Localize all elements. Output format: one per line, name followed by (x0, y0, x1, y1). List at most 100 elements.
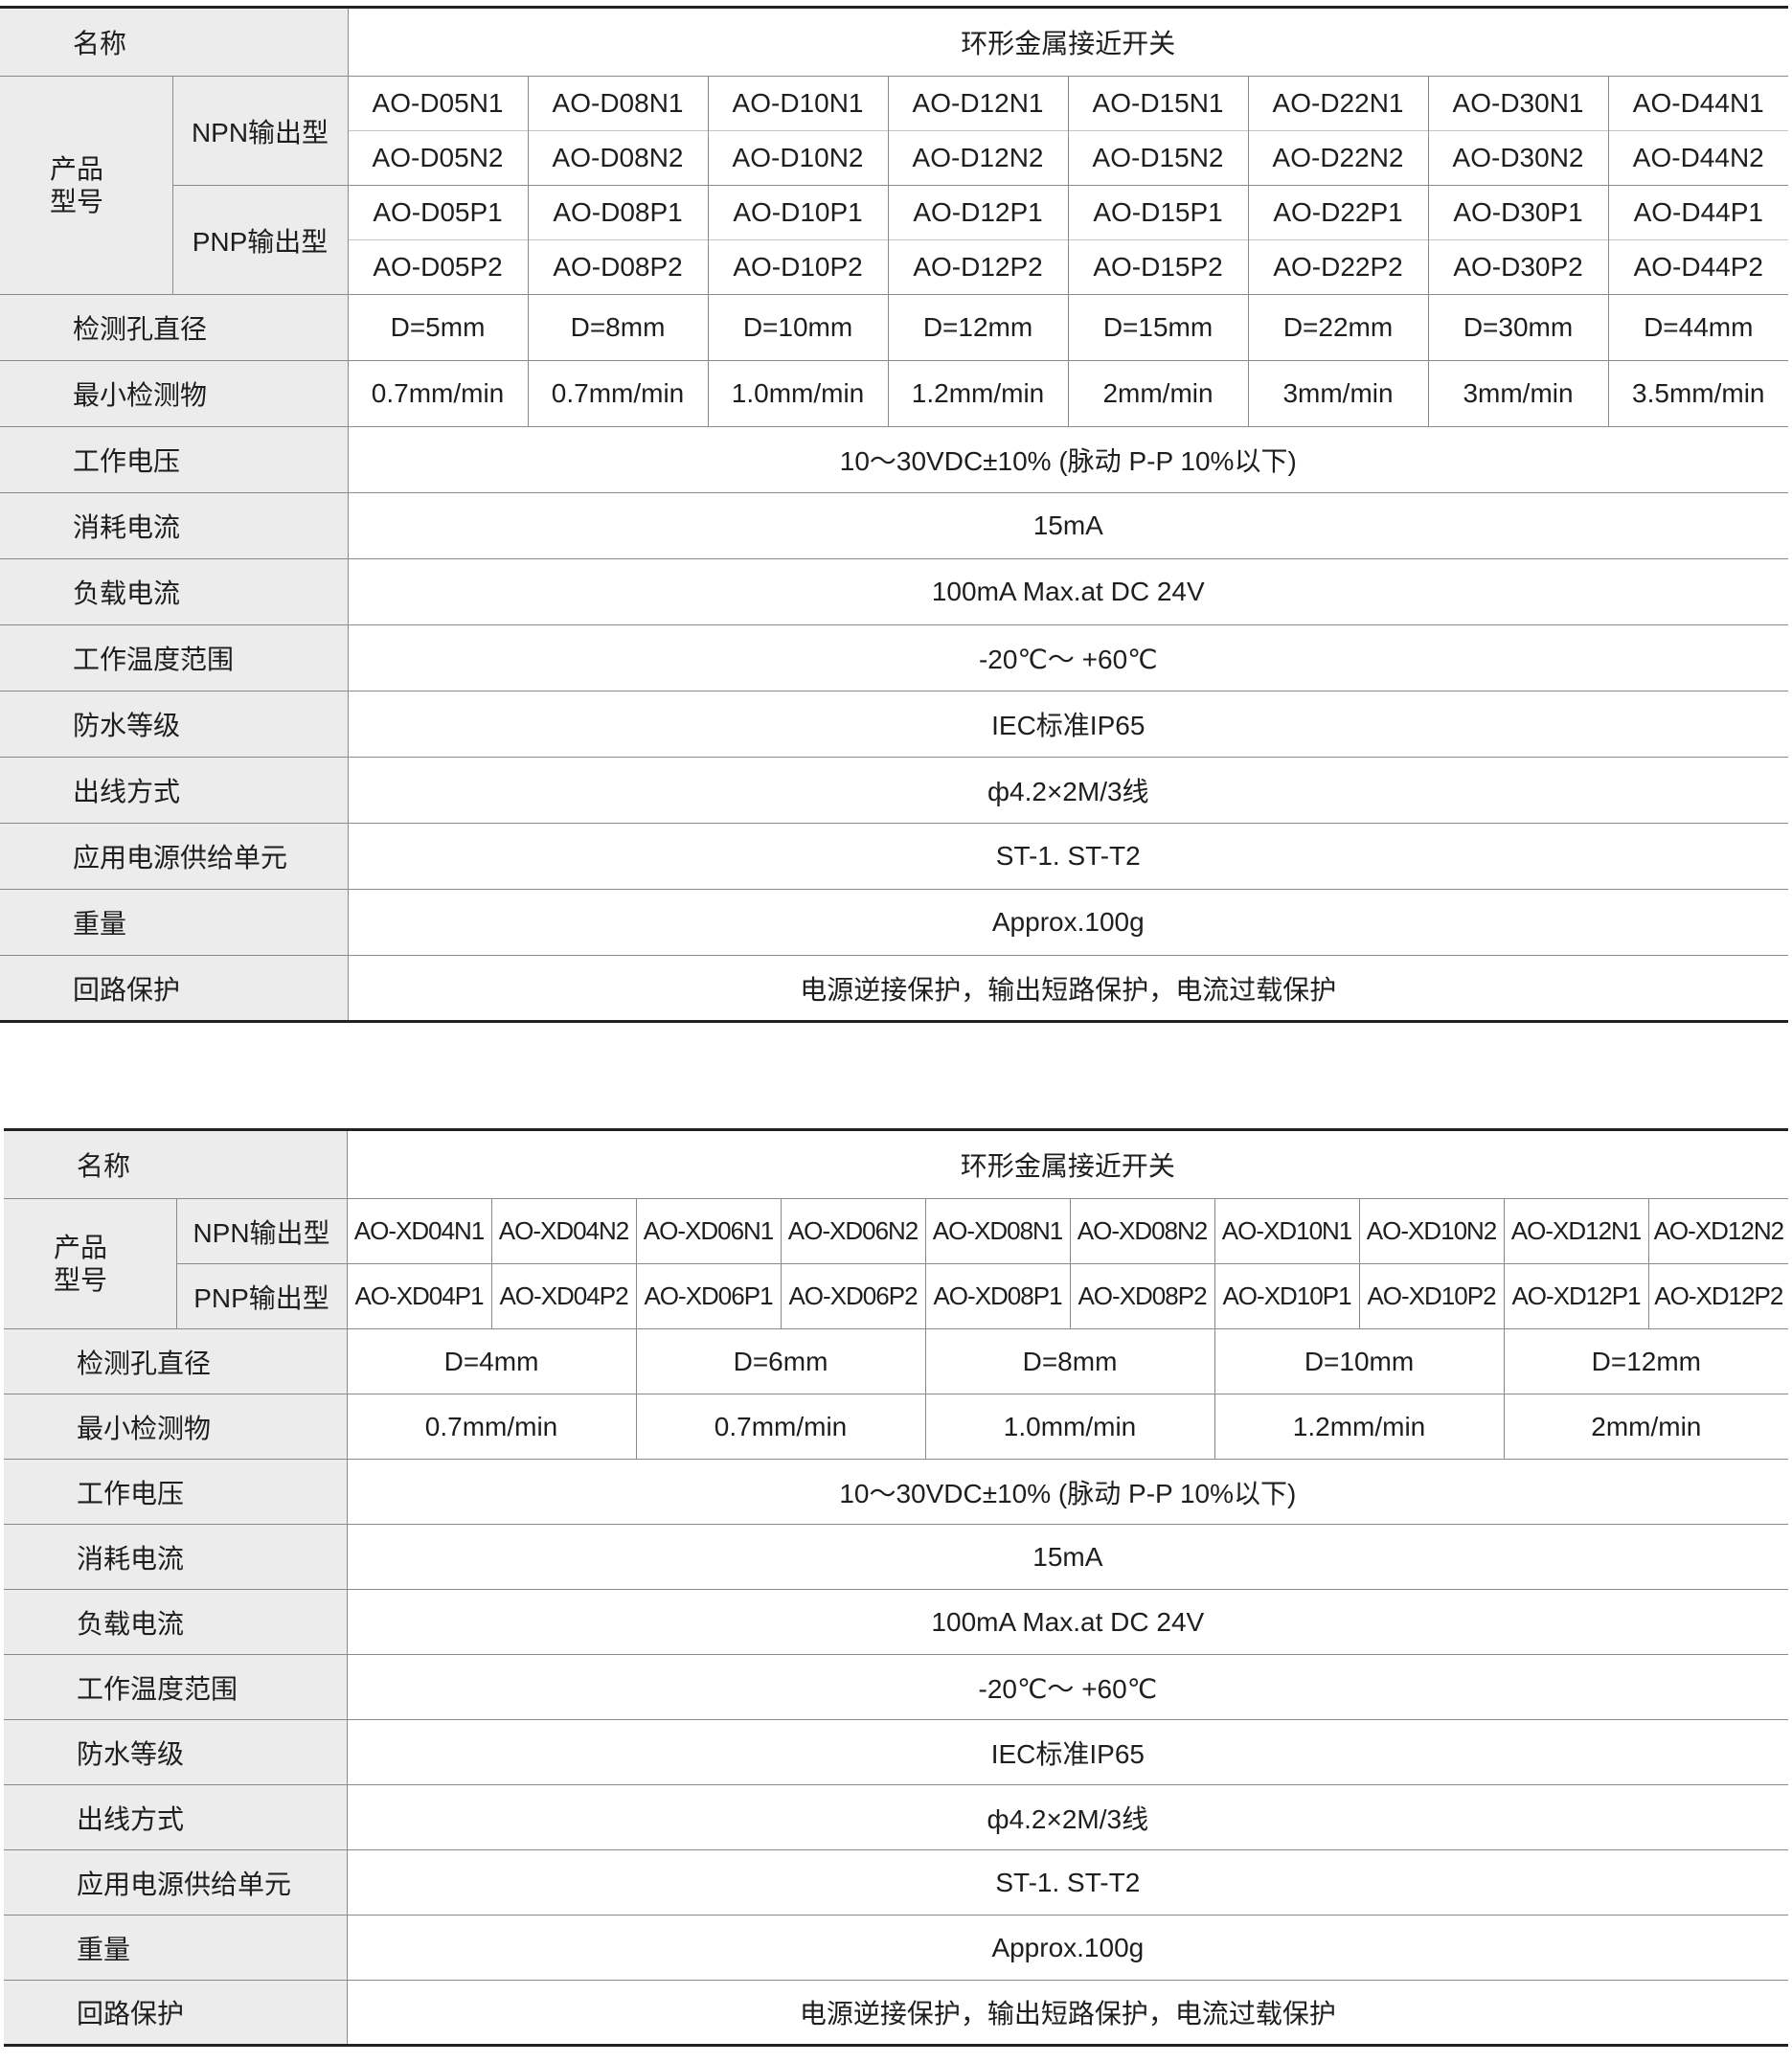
min-object-cell: 0.7mm/min (347, 360, 529, 427)
model-cell: AO-D10P2 (707, 239, 889, 295)
product-model-label-line1: 产品 (54, 1232, 108, 1262)
min-object-cell: 3mm/min (1247, 360, 1429, 427)
spec-table-d-series: 名称 环形金属接近开关 产品 型号 NPN输出型 AO-D05N1 AO-D08… (0, 6, 1789, 1023)
product-model-label: 产品 型号 (0, 76, 172, 295)
model-cell: AO-D15P1 (1067, 185, 1249, 240)
model-cell: AO-D15P2 (1067, 239, 1249, 295)
spec-row-temperature: 工作温度范围 -20℃～ +60℃ (4, 1654, 1789, 1720)
diameter-cell: D=12mm (1503, 1328, 1789, 1394)
model-cell: AO-D08P1 (527, 185, 709, 240)
model-cell: AO-D10N1 (707, 76, 889, 131)
npn-output-label: NPN输出型 (171, 76, 349, 186)
model-cell: AO-XD10P1 (1214, 1263, 1360, 1329)
min-object-cell: 3.5mm/min (1607, 360, 1789, 427)
model-cell: AO-D12N1 (887, 76, 1069, 131)
model-cell: AO-XD10N2 (1358, 1198, 1505, 1264)
product-model-label: 产品 型号 (4, 1198, 176, 1329)
spec-value: 100mA Max.at DC 24V (347, 558, 1789, 625)
model-cell: AO-D44P2 (1607, 239, 1789, 295)
product-model-label-line2: 型号 (54, 1264, 108, 1295)
spec-label: 重量 (4, 1915, 348, 1981)
diameter-cell: D=22mm (1247, 294, 1429, 361)
diameter-cell: D=6mm (635, 1328, 926, 1394)
model-cell: AO-XD12P2 (1647, 1263, 1789, 1329)
min-object-cell: 2mm/min (1503, 1394, 1789, 1460)
spec-value: ST-1. ST-T2 (346, 1849, 1789, 1916)
model-cell: AO-XD08P1 (924, 1263, 1071, 1329)
model-cell: AO-D05P1 (347, 185, 529, 240)
diameter-cell: D=8mm (924, 1328, 1215, 1394)
spec-label: 防水等级 (4, 1719, 348, 1785)
model-cell: AO-XD12N1 (1503, 1198, 1649, 1264)
spec-row-voltage: 工作电压 10～30VDC±10% (脉动 P-P 10%以下) (4, 1459, 1789, 1525)
min-object-cell: 0.7mm/min (527, 360, 709, 427)
diameter-cell: D=8mm (527, 294, 709, 361)
spec-value: 10～30VDC±10% (脉动 P-P 10%以下) (346, 1459, 1789, 1525)
spec-value: 10～30VDC±10% (脉动 P-P 10%以下) (347, 426, 1789, 493)
spec-value: ф4.2×2M/3线 (347, 757, 1789, 824)
diameter-row: 检测孔直径 D=4mm D=6mm D=8mm D=10mm D=12mm (4, 1328, 1789, 1394)
model-cell: AO-XD06P1 (635, 1263, 782, 1329)
model-cell: AO-XD04P1 (346, 1263, 492, 1329)
spec-value: IEC标准IP65 (347, 691, 1789, 758)
spec-row-voltage: 工作电压 10～30VDC±10% (脉动 P-P 10%以下) (0, 426, 1789, 493)
spec-value: -20℃～ +60℃ (347, 624, 1789, 691)
min-object-cell: 0.7mm/min (635, 1394, 926, 1460)
spec-label: 回路保护 (4, 1980, 348, 2047)
min-object-label: 最小检测物 (0, 360, 349, 427)
model-cell: AO-XD06N1 (635, 1198, 782, 1264)
spec-label: 工作温度范围 (4, 1654, 348, 1720)
diameter-cell: D=44mm (1607, 294, 1789, 361)
model-cell: AO-XD10N1 (1214, 1198, 1360, 1264)
diameter-cell: D=4mm (346, 1328, 637, 1394)
spec-label: 消耗电流 (4, 1524, 348, 1590)
model-cell: AO-D30P1 (1427, 185, 1609, 240)
pnp-row: PNP输出型 AO-XD04P1 AO-XD04P2 AO-XD06P1 AO-… (4, 1263, 1789, 1329)
name-label: 名称 (4, 1128, 348, 1199)
header-row: 名称 环形金属接近开关 (0, 6, 1789, 77)
spec-row-protection: 回路保护 电源逆接保护，输出短路保护，电流过载保护 (0, 955, 1789, 1023)
model-cell: AO-XD08N2 (1069, 1198, 1215, 1264)
model-cell: AO-XD12N2 (1647, 1198, 1789, 1264)
spec-row-waterproof: 防水等级 IEC标准IP65 (0, 691, 1789, 758)
model-cell: AO-D05P2 (347, 239, 529, 295)
spec-label: 消耗电流 (0, 492, 349, 559)
spec-value: 电源逆接保护，输出短路保护，电流过载保护 (347, 955, 1789, 1023)
min-object-cell: 1.0mm/min (924, 1394, 1215, 1460)
spec-value: ST-1. ST-T2 (347, 823, 1789, 890)
spec-label: 工作温度范围 (0, 624, 349, 691)
min-object-cell: 3mm/min (1427, 360, 1609, 427)
spec-row-wiring: 出线方式 ф4.2×2M/3线 (4, 1784, 1789, 1850)
model-cell: AO-D30N1 (1427, 76, 1609, 131)
product-model-label-line1: 产品 (50, 153, 104, 184)
spec-label: 负载电流 (4, 1589, 348, 1655)
model-cell: AO-D22N2 (1247, 130, 1429, 186)
model-cell: AO-D10P1 (707, 185, 889, 240)
header-row: 名称 环形金属接近开关 (4, 1128, 1789, 1199)
spec-value: IEC标准IP65 (346, 1719, 1789, 1785)
model-cell: AO-D08N1 (527, 76, 709, 131)
diameter-cell: D=10mm (707, 294, 889, 361)
model-cell: AO-XD10P2 (1358, 1263, 1505, 1329)
model-cell: AO-D22P1 (1247, 185, 1429, 240)
spec-label: 工作电压 (0, 426, 349, 493)
min-object-cell: 1.2mm/min (887, 360, 1069, 427)
name-label: 名称 (0, 6, 349, 77)
model-cell: AO-D05N2 (347, 130, 529, 186)
spec-row-current: 消耗电流 15mA (0, 492, 1789, 559)
model-cell: AO-D10N2 (707, 130, 889, 186)
diameter-cell: D=10mm (1214, 1328, 1505, 1394)
min-object-label: 最小检测物 (4, 1394, 348, 1460)
npn-row-1: 产品 型号 NPN输出型 AO-D05N1 AO-D08N1 AO-D10N1 … (0, 76, 1789, 295)
model-cell: AO-D15N1 (1067, 76, 1249, 131)
spec-label: 回路保护 (0, 955, 349, 1023)
spec-row-load: 负载电流 100mA Max.at DC 24V (0, 558, 1789, 625)
min-object-cell: 1.2mm/min (1214, 1394, 1505, 1460)
spec-value: 100mA Max.at DC 24V (346, 1589, 1789, 1655)
spec-row-wiring: 出线方式 ф4.2×2M/3线 (0, 757, 1789, 824)
npn-row: 产品 型号 NPN输出型 AO-XD04N1 AO-XD04N2 AO-XD06… (4, 1198, 1789, 1329)
product-model-label-line2: 型号 (50, 186, 104, 216)
model-cell: AO-D08P2 (527, 239, 709, 295)
diameter-label: 检测孔直径 (4, 1328, 348, 1394)
table-title: 环形金属接近开关 (346, 1128, 1789, 1199)
